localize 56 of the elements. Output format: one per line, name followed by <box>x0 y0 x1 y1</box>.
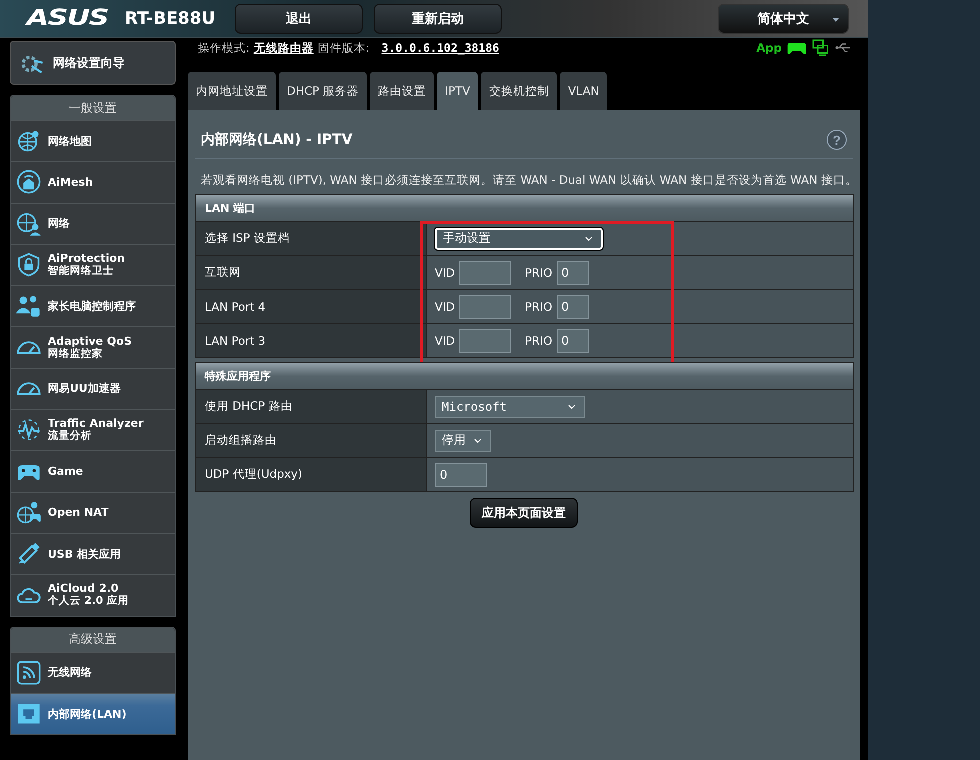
tab[interactable]: IPTV <box>437 72 478 110</box>
menu-group-title: 一般设置 <box>11 96 175 120</box>
house-signal-icon <box>16 169 42 196</box>
row-label: 互联网 <box>196 256 426 290</box>
row-label: LAN Port 3 <box>196 324 426 358</box>
tab[interactable]: 交换机控制 <box>481 72 558 110</box>
row-label: LAN Port 4 <box>196 290 426 324</box>
field-label: VID <box>435 300 456 314</box>
mode-link[interactable]: 无线路由器 <box>254 40 314 56</box>
prio-field[interactable]: 0 <box>556 328 588 352</box>
pulse-icon <box>16 417 42 444</box>
vid-field[interactable] <box>459 294 512 318</box>
field-label: PRIO <box>525 334 552 348</box>
field-label: VID <box>435 334 456 348</box>
app-label[interactable]: App <box>756 41 782 55</box>
tab[interactable]: 路由设置 <box>370 72 434 110</box>
row-label: 使用 DHCP 路由 <box>196 390 426 424</box>
dropdown[interactable]: 手动设置 <box>435 228 603 250</box>
row-label: 选择 ISP 设置档 <box>196 222 426 256</box>
wifi-icon <box>16 660 42 686</box>
tab[interactable]: VLAN <box>560 72 608 110</box>
section-header: 特殊应用程序 <box>196 362 854 390</box>
model-name: RT-BE88U <box>125 8 217 28</box>
vid-field[interactable] <box>459 328 512 352</box>
menu-item[interactable]: 内部网络(LAN) <box>11 692 175 734</box>
page-title: 内部网络(LAN) - IPTV <box>201 131 353 149</box>
menu-group-title: 高级设置 <box>11 628 175 652</box>
firmware-link[interactable]: 3.0.0.6.102_38186 <box>382 41 500 55</box>
prio-field[interactable]: 0 <box>556 260 588 284</box>
prio-field[interactable]: 0 <box>556 294 588 318</box>
udpxy-field[interactable]: 0 <box>435 462 487 486</box>
firmware-label: 固件版本: <box>318 40 370 56</box>
field-label: PRIO <box>525 266 552 280</box>
dropdown[interactable]: 停用 <box>435 430 491 452</box>
tab[interactable]: 内网地址设置 <box>188 72 276 110</box>
setup-wizard-button[interactable]: 网络设置向导 <box>10 41 176 85</box>
monitors-icon <box>812 39 830 57</box>
apply-button[interactable]: 应用本页面设置 <box>470 498 578 528</box>
tab[interactable]: DHCP 服务器 <box>279 72 368 110</box>
globe-people-icon <box>16 210 42 237</box>
vid-field[interactable] <box>459 260 512 284</box>
row-label: 启动组播路由 <box>196 424 426 458</box>
row-label: UDP 代理(Udpxy) <box>196 458 426 492</box>
mode-label: 操作模式: <box>198 40 250 56</box>
shield-lock-icon <box>16 252 42 278</box>
section-header: LAN 端口 <box>196 194 854 222</box>
dual-wan-link[interactable]: WAN - Dual WAN <box>520 173 617 187</box>
globe-gamepad-icon <box>16 500 42 526</box>
reboot-button[interactable]: 重新启动 <box>374 4 502 34</box>
description-text: 若观看网络电视 (IPTV), WAN 接口必须连接至互联网。请至 WAN - Dual WAN 以确认 WAN 接口是否设为首选 WAN 接口。 <box>200 172 853 189</box>
help-button[interactable]: ? <box>827 130 847 150</box>
dropdown[interactable]: Microsoft <box>435 396 585 418</box>
field-label: VID <box>435 266 456 280</box>
logout-button[interactable]: 退出 <box>235 4 363 34</box>
language-dropdown[interactable]: 简体中文 <box>718 4 849 34</box>
field-label: PRIO <box>525 300 552 314</box>
